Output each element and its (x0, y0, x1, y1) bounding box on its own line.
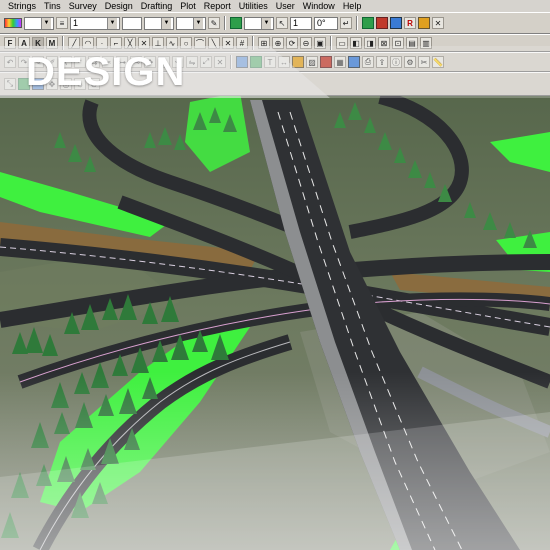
zoom-in-icon[interactable]: ⊕ (272, 37, 284, 49)
separator (252, 36, 254, 50)
chevron-down-icon[interactable]: ▼ (161, 17, 171, 29)
layer-combo[interactable]: ▼ (244, 16, 274, 30)
tin-icon[interactable] (250, 56, 262, 68)
text-icon[interactable]: T (264, 56, 276, 68)
menu-drafting[interactable]: Drafting (137, 0, 177, 12)
scale-combo[interactable]: 1 (290, 16, 312, 30)
view-6-icon[interactable]: ▤ (406, 37, 418, 49)
menu-strings[interactable]: Strings (0, 0, 40, 12)
design-banner-title: DESIGN (26, 50, 186, 94)
3d-viewport[interactable] (0, 72, 550, 550)
stop-icon[interactable] (376, 17, 388, 29)
select-icon[interactable] (230, 17, 242, 29)
export-icon[interactable]: ⇪ (376, 56, 388, 68)
separator (224, 16, 226, 30)
menu-window[interactable]: Window (299, 0, 339, 12)
colour-combo[interactable]: ▼ (24, 16, 54, 30)
chevron-down-icon[interactable]: ▼ (193, 17, 203, 29)
chevron-down-icon[interactable]: ▼ (107, 17, 117, 29)
zoom-window-icon[interactable]: ⊞ (258, 37, 270, 49)
toolbar-properties: ▼ ≡ 1 ▼ ▼ ▼ ✎ ▼ ↖ 1 0° ↵ R ✕ (0, 12, 550, 34)
pen-icon[interactable]: ✎ (208, 17, 220, 29)
symbol-icon[interactable] (292, 56, 304, 68)
angle-value: 0° (317, 17, 326, 28)
menu-utilities[interactable]: Utilities (235, 0, 272, 12)
print-icon[interactable]: ⎙ (362, 56, 374, 68)
menu-plot[interactable]: Plot (176, 0, 200, 12)
snap-x-icon[interactable]: ✕ (222, 37, 234, 49)
view-4-icon[interactable]: ⊠ (378, 37, 390, 49)
menu-user[interactable]: User (272, 0, 299, 12)
tool-icon[interactable]: ✂ (418, 56, 430, 68)
view-7-icon[interactable]: ▥ (420, 37, 432, 49)
plot-icon[interactable] (348, 56, 360, 68)
menu-tins[interactable]: Tins (40, 0, 65, 12)
info-icon[interactable]: ⓘ (390, 56, 402, 68)
menu-survey[interactable]: Survey (65, 0, 101, 12)
menu-bar: Strings Tins Survey Design Drafting Plot… (0, 0, 550, 12)
scale-value: 1 (293, 17, 299, 28)
view-3-icon[interactable]: ◨ (364, 37, 376, 49)
view-1-icon[interactable]: ▭ (336, 37, 348, 49)
linestyle-value: 1 (73, 17, 79, 28)
menu-help[interactable]: Help (339, 0, 366, 12)
font-combo[interactable]: ▼ (176, 16, 206, 30)
view-zoom-icon[interactable]: ⤡ (4, 78, 16, 90)
hatch-icon[interactable]: ▨ (306, 56, 318, 68)
align-icon[interactable]: ≡ (56, 17, 68, 29)
zoom-fit-icon[interactable]: ▣ (314, 37, 326, 49)
linestyle-combo[interactable]: 1 ▼ (70, 16, 120, 30)
mirror-icon[interactable]: ⇋ (186, 56, 198, 68)
snap-f-button[interactable]: F (4, 37, 16, 49)
delete-icon[interactable]: ✕ (214, 56, 226, 68)
zoom-rotate-icon[interactable]: ⟳ (286, 37, 298, 49)
angle-combo[interactable]: 0° (314, 16, 338, 30)
text-style-combo[interactable]: ▼ (144, 16, 174, 30)
pattern-icon[interactable] (320, 56, 332, 68)
view-2-icon[interactable]: ◧ (350, 37, 362, 49)
measure-icon[interactable]: 📏 (432, 56, 444, 68)
separator (330, 36, 332, 50)
dimension-icon[interactable]: ↔ (278, 56, 290, 68)
apply-icon[interactable]: ↵ (340, 17, 352, 29)
render-icon[interactable] (362, 17, 374, 29)
r-icon[interactable]: R (404, 17, 416, 29)
weight-combo[interactable] (122, 16, 142, 30)
tools-icon[interactable] (418, 17, 430, 29)
chevron-down-icon[interactable]: ▼ (41, 17, 51, 29)
pick-icon[interactable]: ↖ (276, 17, 288, 29)
separator (356, 16, 358, 30)
view-5-icon[interactable]: ⊡ (392, 37, 404, 49)
layers-icon[interactable] (236, 56, 248, 68)
undo-icon[interactable]: ↶ (4, 56, 16, 68)
separator (230, 55, 232, 69)
snap-diag-icon[interactable]: ╲ (208, 37, 220, 49)
settings-icon[interactable]: ⚙ (404, 56, 416, 68)
chevron-down-icon[interactable]: ▼ (261, 17, 271, 29)
view-icon[interactable] (390, 17, 402, 29)
table-icon[interactable]: ▦ (334, 56, 346, 68)
zoom-out-icon[interactable]: ⊖ (300, 37, 312, 49)
design-application-window: Strings Tins Survey Design Drafting Plot… (0, 0, 550, 550)
close-icon[interactable]: ✕ (432, 17, 444, 29)
color-picker-button[interactable] (4, 18, 22, 28)
snap-grid-icon[interactable]: # (236, 37, 248, 49)
scale-icon[interactable]: ⤢ (200, 56, 212, 68)
menu-report[interactable]: Report (200, 0, 235, 12)
snap-tangent-icon[interactable]: ⌒ (194, 37, 206, 49)
menu-design[interactable]: Design (101, 0, 137, 12)
